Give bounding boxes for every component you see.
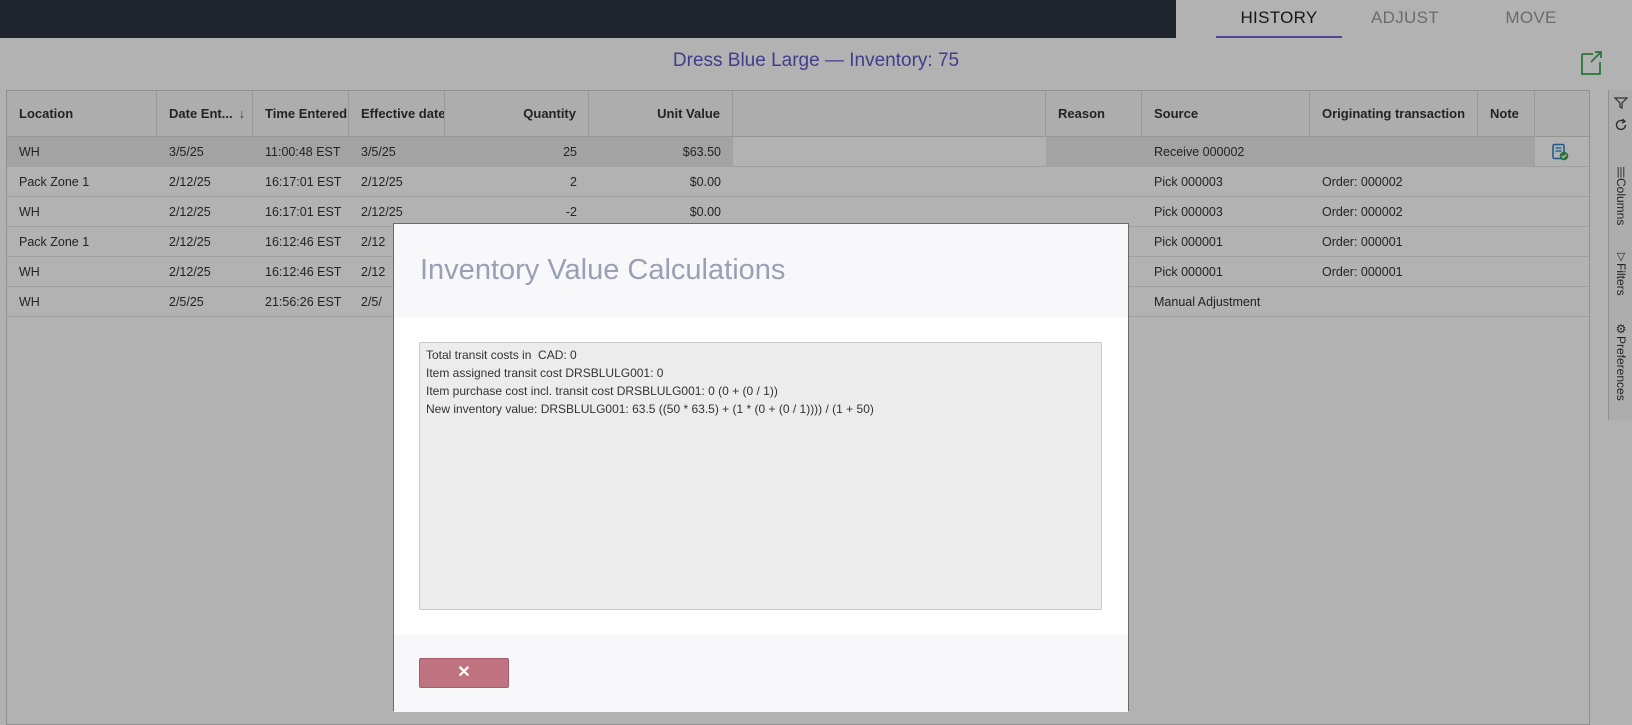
inventory-value-modal: Inventory Value Calculations Total trans…: [393, 223, 1129, 712]
modal-header: Inventory Value Calculations: [394, 224, 1128, 317]
modal-body: Total transit costs in CAD: 0 Item assig…: [394, 317, 1128, 635]
calc-line: Item purchase cost incl. transit cost DR…: [426, 384, 778, 398]
modal-title: Inventory Value Calculations: [420, 254, 786, 286]
close-button[interactable]: ✕: [419, 658, 509, 688]
modal-footer: ✕: [394, 635, 1128, 712]
calc-line: Item assigned transit cost DRSBLULG001: …: [426, 366, 664, 380]
calc-line: Total transit costs in CAD: 0: [426, 348, 577, 362]
close-icon: ✕: [457, 664, 471, 681]
calculation-textarea[interactable]: Total transit costs in CAD: 0 Item assig…: [419, 342, 1102, 610]
calc-line: New inventory value: DRSBLULG001: 63.5 (…: [426, 402, 874, 416]
